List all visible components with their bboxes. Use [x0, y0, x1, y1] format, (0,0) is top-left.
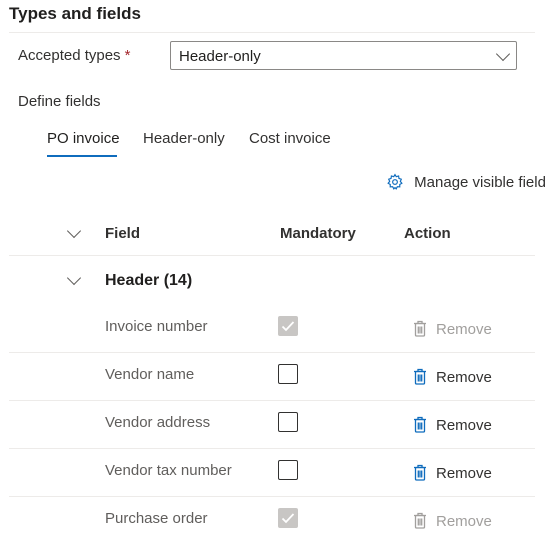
- define-fields-label: Define fields: [18, 93, 101, 110]
- section-divider: [9, 32, 535, 33]
- accepted-types-dropdown[interactable]: Header-only: [170, 41, 517, 70]
- remove-button[interactable]: Remove: [413, 512, 492, 530]
- remove-label: Remove: [436, 321, 492, 338]
- checkmark-icon: [281, 321, 295, 332]
- table-row: Vendor address Remove: [0, 400, 547, 448]
- mandatory-checkbox[interactable]: [278, 508, 298, 528]
- tab-selected-indicator: [47, 155, 117, 157]
- column-header-action: Action: [404, 225, 451, 242]
- manage-visible-fields-button[interactable]: Manage visible field: [386, 173, 546, 191]
- collapse-all-chevron-icon[interactable]: [66, 223, 82, 239]
- group-chevron-down-icon[interactable]: [66, 270, 82, 286]
- column-header-mandatory: Mandatory: [280, 225, 356, 242]
- mandatory-checkbox[interactable]: [278, 364, 298, 384]
- trash-icon: [414, 512, 426, 529]
- table-row: Purchase order Remove: [0, 496, 547, 544]
- mandatory-checkbox[interactable]: [278, 412, 298, 432]
- checkmark-icon: [281, 513, 295, 524]
- remove-label: Remove: [436, 369, 492, 386]
- trash-icon: [414, 416, 426, 433]
- field-name: Purchase order: [105, 510, 208, 527]
- table-row: Vendor tax number Remove: [0, 448, 547, 496]
- field-name: Vendor address: [105, 414, 211, 431]
- trash-icon: [414, 320, 426, 337]
- accepted-types-label: Accepted types *: [18, 47, 130, 64]
- accepted-types-label-text: Accepted types: [18, 47, 121, 64]
- mandatory-checkbox[interactable]: [278, 460, 298, 480]
- table-row: Vendor name Remove: [0, 352, 547, 400]
- remove-label: Remove: [436, 417, 492, 434]
- remove-button[interactable]: Remove: [413, 320, 492, 338]
- column-header-field: Field: [105, 225, 141, 242]
- header-divider: [9, 255, 535, 256]
- section-title: Types and fields: [9, 4, 141, 23]
- field-name: Invoice number: [105, 318, 208, 335]
- remove-label: Remove: [436, 513, 492, 530]
- tab-header-only[interactable]: Header-only: [143, 130, 225, 147]
- tab-po-invoice[interactable]: PO invoice: [47, 130, 120, 147]
- trash-icon: [414, 464, 426, 481]
- remove-label: Remove: [436, 465, 492, 482]
- manage-visible-fields-label: Manage visible field: [414, 174, 546, 191]
- remove-button[interactable]: Remove: [413, 368, 492, 386]
- trash-icon: [414, 368, 426, 385]
- gear-icon: [386, 173, 414, 191]
- table-row: Invoice number Remove: [0, 304, 547, 352]
- remove-button[interactable]: Remove: [413, 416, 492, 434]
- field-name: Vendor tax number: [105, 462, 232, 479]
- chevron-down-icon: [495, 46, 511, 62]
- field-name: Vendor name: [105, 366, 195, 383]
- remove-button[interactable]: Remove: [413, 464, 492, 482]
- accepted-types-value: Header-only: [179, 48, 261, 65]
- group-header: Header (14): [105, 272, 193, 289]
- mandatory-checkbox[interactable]: [278, 316, 298, 336]
- tab-cost-invoice[interactable]: Cost invoice: [249, 130, 331, 147]
- required-marker: *: [124, 47, 131, 64]
